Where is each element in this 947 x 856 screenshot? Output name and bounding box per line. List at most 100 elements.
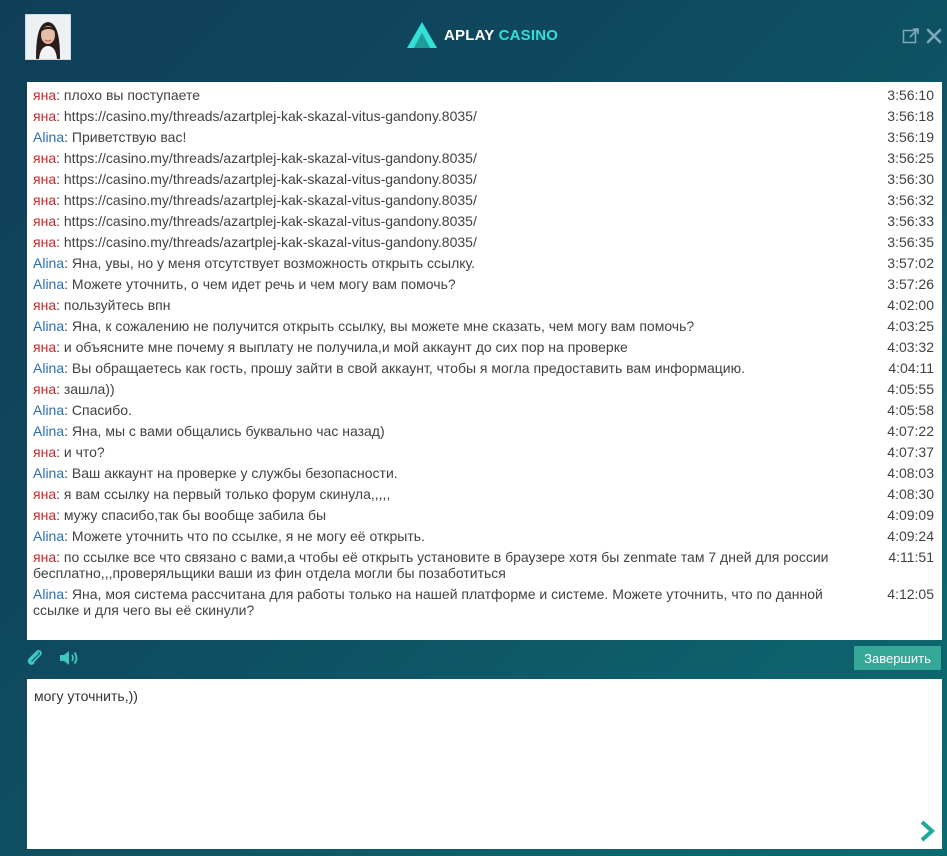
message-text: Яна, мы с вами общались буквально час на… (71, 423, 385, 439)
message-time: 3:57:02 (887, 255, 934, 271)
message-time: 3:56:18 (887, 108, 934, 124)
brand: APLAY CASINO (406, 20, 558, 50)
author-colon: : (56, 486, 60, 502)
message-body: яна: по ссылке все что связано с вами,а … (33, 549, 876, 581)
message-body: Alina: Приветствую вас! (33, 129, 876, 145)
author-colon: : (64, 423, 69, 439)
paperclip-icon[interactable] (26, 649, 44, 672)
chat-message: Alina: Яна, моя система рассчитана для р… (33, 586, 934, 618)
author-colon: : (64, 465, 69, 481)
message-body: яна: я вам ссылку на первый только форум… (33, 486, 876, 502)
message-text: https://casino.my/threads/azartplej-kak-… (63, 192, 477, 208)
chevron-right-icon[interactable] (918, 820, 936, 845)
message-time: 4:05:58 (887, 402, 934, 418)
author-colon: : (56, 297, 60, 313)
avatar-portrait-icon (26, 15, 70, 59)
author-colon: : (56, 507, 60, 523)
author-colon: : (56, 213, 60, 229)
message-text: https://casino.my/threads/azartplej-kak-… (63, 108, 477, 124)
author-colon: : (56, 150, 60, 166)
message-time: 3:56:10 (887, 87, 934, 103)
message-body: Alina: Ваш аккаунт на проверке у службы … (33, 465, 876, 481)
message-time: 4:07:37 (887, 444, 934, 460)
message-input[interactable]: могу уточнить,)) (27, 679, 942, 849)
chat-message: яна: я вам ссылку на первый только форум… (33, 486, 934, 502)
message-input-text: могу уточнить,)) (34, 688, 138, 704)
message-author: яна: (33, 213, 60, 229)
message-author: яна: (33, 549, 60, 565)
message-author: яна: (33, 507, 60, 523)
message-author: яна: (33, 150, 60, 166)
message-text: Спасибо. (71, 402, 132, 418)
message-time: 4:03:25 (887, 318, 934, 334)
message-author: яна: (33, 171, 60, 187)
author-colon: : (56, 381, 60, 397)
message-author: яна: (33, 192, 60, 208)
author-colon: : (56, 87, 60, 103)
message-author: Alina: (33, 255, 69, 271)
chat-message: Alina: Яна, увы, но у меня отсутствует в… (33, 255, 934, 271)
message-body: яна: https://casino.my/threads/azartplej… (33, 213, 876, 229)
author-colon: : (56, 171, 60, 187)
message-time: 3:56:35 (887, 234, 934, 250)
aplay-logo-icon (407, 22, 437, 48)
message-body: Alina: Яна, увы, но у меня отсутствует в… (33, 255, 876, 271)
message-body: яна: https://casino.my/threads/azartplej… (33, 150, 876, 166)
message-author: яна: (33, 444, 60, 460)
chat-log[interactable]: яна: плохо вы поступаете 3:56:10 яна: http… (27, 82, 942, 640)
message-time: 4:12:05 (887, 586, 934, 602)
message-body: Alina: Можете уточнить, о чем идет речь … (33, 276, 876, 292)
message-body: яна: и что? (33, 444, 876, 460)
message-text: https://casino.my/threads/azartplej-kak-… (63, 150, 477, 166)
message-time: 4:09:09 (887, 507, 934, 523)
message-body: яна: https://casino.my/threads/azartplej… (33, 192, 876, 208)
message-author: Alina: (33, 276, 69, 292)
chat-message: Alina: Можете уточнить что по ссылке, я … (33, 528, 934, 544)
chat-message: Alina: Яна, мы с вами общались буквально… (33, 423, 934, 439)
message-author: яна: (33, 297, 60, 313)
message-text: и что? (63, 444, 105, 460)
message-author: яна: (33, 486, 60, 502)
author-colon: : (64, 360, 69, 376)
chat-message: яна: по ссылке все что связано с вами,а … (33, 549, 934, 581)
message-body: Alina: Яна, моя система рассчитана для р… (33, 586, 876, 618)
message-time: 4:08:30 (887, 486, 934, 502)
popout-icon[interactable] (902, 27, 920, 50)
message-body: Alina: Можете уточнить что по ссылке, я … (33, 528, 876, 544)
message-text: плохо вы поступаете (63, 87, 201, 103)
message-time: 3:56:32 (887, 192, 934, 208)
message-text: Можете уточнить, о чем идет речь и чем м… (71, 276, 456, 292)
chat-toolbar: Завершить (0, 643, 947, 675)
message-text: Вы обращаетесь как гость, прошу зайти в … (71, 360, 746, 376)
message-time: 4:02:00 (887, 297, 934, 313)
author-colon: : (56, 192, 60, 208)
message-time: 4:03:32 (887, 339, 934, 355)
message-body: Alina: Вы обращаетесь как гость, прошу з… (33, 360, 876, 376)
message-text: Ваш аккаунт на проверке у службы безопас… (71, 465, 398, 481)
message-time: 4:05:55 (887, 381, 934, 397)
message-body: яна: https://casino.my/threads/azartplej… (33, 171, 876, 187)
chat-message: яна: https://casino.my/threads/azartplej… (33, 192, 934, 208)
chat-message: Alina: Спасибо. 4:05:58 (33, 402, 934, 418)
message-author: яна: (33, 234, 60, 250)
message-text: Яна, моя система рассчитана для работы т… (33, 586, 823, 618)
author-colon: : (56, 234, 60, 250)
chat-message: яна: мужу спасибо,так бы вообще забила б… (33, 507, 934, 523)
author-colon: : (64, 129, 69, 145)
chat-message: Alina: Ваш аккаунт на проверке у службы … (33, 465, 934, 481)
chat-message: яна: плохо вы поступаете 3:56:10 (33, 87, 934, 103)
author-colon: : (64, 318, 69, 334)
message-author: Alina: (33, 129, 69, 145)
message-author: Alina: (33, 402, 69, 418)
close-icon[interactable] (926, 28, 942, 49)
chat-message: яна: пользуйтесь впн 4:02:00 (33, 297, 934, 313)
speaker-icon[interactable] (58, 649, 80, 672)
chat-message: яна: https://casino.my/threads/azartplej… (33, 213, 934, 229)
message-text: Яна, увы, но у меня отсутствует возможно… (71, 255, 476, 271)
message-time: 3:56:33 (887, 213, 934, 229)
message-author: Alina: (33, 423, 69, 439)
finish-chat-button[interactable]: Завершить (854, 646, 941, 670)
message-text: по ссылке все что связано с вами,а чтобы… (33, 549, 829, 581)
message-body: Alina: Яна, к сожалению не получится отк… (33, 318, 876, 334)
message-body: яна: https://casino.my/threads/azartplej… (33, 108, 876, 124)
